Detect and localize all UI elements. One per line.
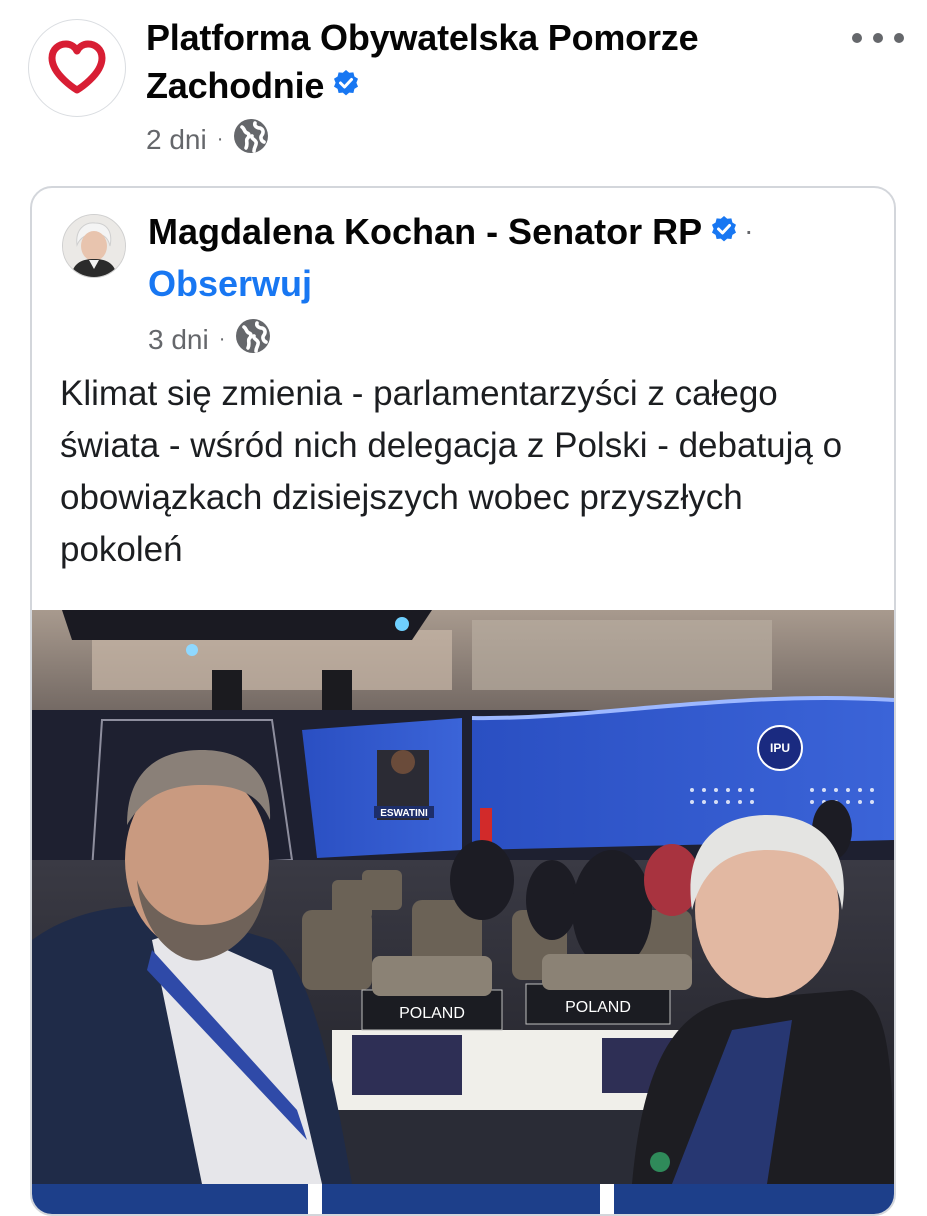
nameplate-left: POLAND [399, 1005, 465, 1022]
shared-post-timestamp[interactable]: 3 dni [148, 324, 209, 356]
dot-icon [894, 33, 904, 43]
verified-badge-icon [332, 61, 360, 109]
follow-button[interactable]: Obserwuj [148, 262, 312, 306]
gallery-thumb[interactable] [32, 1184, 308, 1214]
author-name-text[interactable]: Magdalena Kochan - Senator RP [148, 211, 702, 252]
post-timestamp[interactable]: 2 dni [146, 124, 207, 156]
nameplate-right: POLAND [565, 999, 631, 1016]
shared-post-meta: 3 dni · [148, 318, 271, 361]
heart-logo-icon [48, 40, 106, 94]
gallery-thumb[interactable] [322, 1184, 600, 1214]
more-options-button[interactable] [852, 24, 904, 52]
author-name[interactable]: Magdalena Kochan - Senator RP · [148, 210, 753, 257]
post-text: Klimat się zmienia - parlamentarzyści z … [60, 374, 843, 569]
screen-label: ESWATINI [380, 808, 428, 819]
page-name[interactable]: Platforma Obywatelska Pomorze Zachodnie [146, 14, 806, 112]
verified-badge-icon [710, 209, 738, 253]
meta-separator: · [218, 328, 226, 350]
author-separator: · [744, 215, 754, 246]
author-avatar[interactable] [62, 214, 126, 278]
post-meta: 2 dni · [146, 118, 269, 161]
post-photo[interactable]: ESWATINI IPU POLAND POLAND [32, 610, 894, 1184]
page-name-text[interactable]: Platforma Obywatelska Pomorze Zachodnie [146, 17, 699, 106]
shared-post-card[interactable]: Magdalena Kochan - Senator RP · Obserwuj … [30, 186, 896, 1216]
gallery-thumb[interactable] [614, 1184, 894, 1214]
event-logo: IPU [770, 741, 790, 755]
dot-icon [873, 33, 883, 43]
globe-icon [233, 118, 269, 161]
meta-separator: · [216, 128, 224, 150]
conference-photo: ESWATINI IPU POLAND POLAND [32, 610, 894, 1184]
globe-icon [235, 318, 271, 361]
page-avatar[interactable] [28, 19, 126, 117]
dot-icon [852, 33, 862, 43]
